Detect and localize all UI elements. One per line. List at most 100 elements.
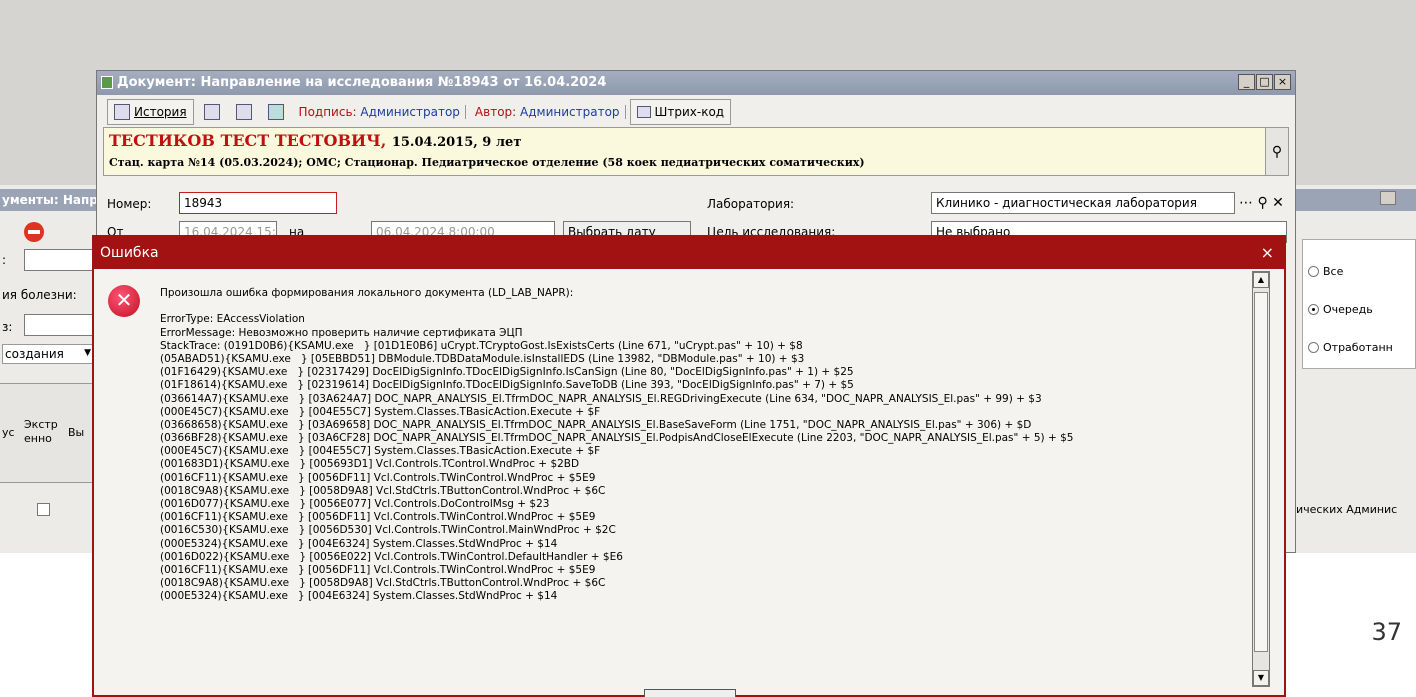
error-message: Произошла ошибка формирования локального… [160,287,1256,604]
error-x-icon: ✕ [108,285,140,317]
right-table-columns: ических Админис [1296,503,1398,516]
error-line: (0016D022){KSAMU.exe } [0056E022] Vcl.Co… [160,550,623,563]
filter-label-disease: ия болезни: [2,288,77,302]
error-line: Произошла ошибка формирования локального… [160,287,574,299]
error-line: (000E5324){KSAMU.exe } [004E6324] System… [160,590,558,603]
patient-search-button[interactable]: ⚲ [1265,127,1289,176]
error-line: ErrorMessage: Невозможно проверить налич… [160,326,523,339]
error-line: (0018C9A8){KSAMU.exe } [0058D9A8] Vcl.St… [160,484,606,497]
search-icon[interactable]: ⚲ [1257,195,1267,211]
error-line: (0016CF11){KSAMU.exe } [0056DF11] Vcl.Co… [160,471,596,484]
maximize-button[interactable]: □ [1256,74,1273,90]
sort-select-value: создания [5,347,64,361]
column-status: ус [2,426,15,439]
error-line: (01F16429){KSAMU.exe } [02317429] DocElD… [160,366,854,379]
excel-icon [267,104,284,120]
author-link[interactable]: Автор: Администратор [470,105,626,119]
author-value: Администратор [520,105,620,119]
laboratory-label: Лаборатория: [707,197,795,211]
clear-icon[interactable]: ✕ [1272,195,1284,211]
history-icon [114,104,130,120]
radio-queue[interactable]: Очередь [1308,303,1373,316]
radio-all[interactable]: Все [1308,265,1343,278]
more-icon[interactable]: ⋯ [1239,195,1253,211]
error-line: (03668658){KSAMU.exe } [03A69658] DOC_NA… [160,418,1032,431]
error-line: (000E45C7){KSAMU.exe } [004E55C7] System… [160,405,601,418]
scroll-down-arrow-icon[interactable]: ▼ [1253,670,1269,686]
signature-link[interactable]: Подпись: Администратор [294,105,466,119]
barcode-label: Штрих-код [654,105,725,119]
row-checkbox[interactable] [37,503,50,516]
error-line: (0366BF28){KSAMU.exe } [03A6CF28] DOC_NA… [160,432,1074,445]
error-dialog-titlebar: Ошибка [94,237,1284,269]
error-line: (036614A7){KSAMU.exe } [03A624A7] DOC_NA… [160,392,1042,405]
radio-processed-circle [1308,342,1319,353]
error-line: (0016CF11){KSAMU.exe } [0056DF11] Vcl.Co… [160,563,596,576]
patient-name: ТЕСТИКОВ ТЕСТ ТЕСТОВИЧ, [109,131,387,150]
close-button[interactable]: × [1274,74,1291,90]
patient-card: Стац. карта №14 (05.03.2024); ОМС; Стаци… [109,156,865,169]
barcode-button[interactable]: Штрих-код [629,99,732,125]
search-icon: ⚲ [1271,144,1283,160]
error-dialog: Ошибка × ✕ Произошла ошибка формирования… [92,235,1286,697]
app-icon [101,76,113,89]
radio-queue-circle [1308,304,1319,315]
radio-all-circle [1308,266,1319,277]
author-label: Автор: [474,105,517,119]
error-line: (000E45C7){KSAMU.exe } [004E55C7] System… [160,445,601,458]
error-line [160,300,1256,313]
number-label: Номер: [107,197,152,211]
scroll-thumb[interactable] [1254,292,1268,652]
radio-all-label: Все [1323,265,1344,278]
chevron-down-icon: ▼ [84,348,91,358]
error-line: (0016CF11){KSAMU.exe } [0056DF11] Vcl.Co… [160,511,596,524]
table-header: ус Экстр енно Вы [0,383,100,483]
background-documents-window: ументы: Напр : ия болезни: з: создания ▼ … [0,185,104,553]
signature-label: Подпись: [298,105,357,119]
document-window-titlebar: Документ: Направление на исследования №1… [97,71,1295,95]
filter-label-3: з: [2,320,13,334]
background-right-window: Все Очередь Отработанн ических Админис [1296,185,1416,553]
error-dialog-title: Ошибка [100,245,159,261]
history-button[interactable]: История [107,99,194,125]
error-line: StackTrace: (0191D0B6){KSAMU.exe } [01D1… [160,339,803,352]
error-line: (0016C530){KSAMU.exe } [0056D530] Vcl.Co… [160,524,616,537]
radio-queue-label: Очередь [1323,303,1373,316]
window-controls: _ □ × [1238,74,1291,90]
laboratory-actions: ⋯ ⚲ ✕ [1239,195,1284,211]
history-label: История [134,105,187,119]
page-number: 37 [1371,618,1402,646]
minimize-button[interactable] [1380,191,1396,205]
stop-icon[interactable] [24,222,44,242]
excel-button[interactable] [262,99,290,125]
grid-icon [203,104,220,120]
minimize-button[interactable]: _ [1238,74,1255,90]
radio-processed-label: Отработанн [1323,341,1393,354]
grid-button[interactable] [198,99,226,125]
document-edit-icon [235,104,252,120]
number-input[interactable]: 18943 [179,192,337,214]
edit-button[interactable] [230,99,258,125]
error-line: ErrorType: EAccessViolation [160,313,305,326]
barcode-icon [636,106,651,118]
error-scrollbar[interactable]: ▲ ▼ [1252,271,1270,687]
scroll-up-arrow-icon[interactable]: ▲ [1253,272,1269,288]
close-icon[interactable]: × [1261,243,1274,262]
error-line: (05ABAD51){KSAMU.exe } [05EBBD51] DBModu… [160,352,805,365]
patient-dob-age: 15.04.2015, 9 лет [391,135,522,150]
signature-value: Администратор [360,105,460,119]
patient-name-line: ТЕСТИКОВ ТЕСТ ТЕСТОВИЧ, 15.04.2015, 9 ле… [109,131,1263,150]
error-line: (001683D1){KSAMU.exe } [005693D1] Vcl.Co… [160,458,580,471]
error-line: (0018C9A8){KSAMU.exe } [0058D9A8] Vcl.St… [160,577,606,590]
radio-processed[interactable]: Отработанн [1308,341,1393,354]
document-toolbar: История Подпись: Администратор Автор: Ад… [107,98,732,126]
error-line: (0016D077){KSAMU.exe } [0056E077] Vcl.Co… [160,498,550,510]
laboratory-input[interactable]: Клинико - диагностическая лаборатория [931,192,1235,214]
ok-button[interactable] [644,689,736,697]
background-window-title: ументы: Напр [0,189,100,211]
patient-banner: ТЕСТИКОВ ТЕСТ ТЕСТОВИЧ, 15.04.2015, 9 ле… [103,127,1269,176]
sort-select[interactable]: создания ▼ [2,344,94,364]
document-window-title: Документ: Направление на исследования №1… [117,75,607,90]
error-line: (000E5324){KSAMU.exe } [004E6324] System… [160,537,558,550]
column-urgent: Экстр енно [24,418,58,445]
